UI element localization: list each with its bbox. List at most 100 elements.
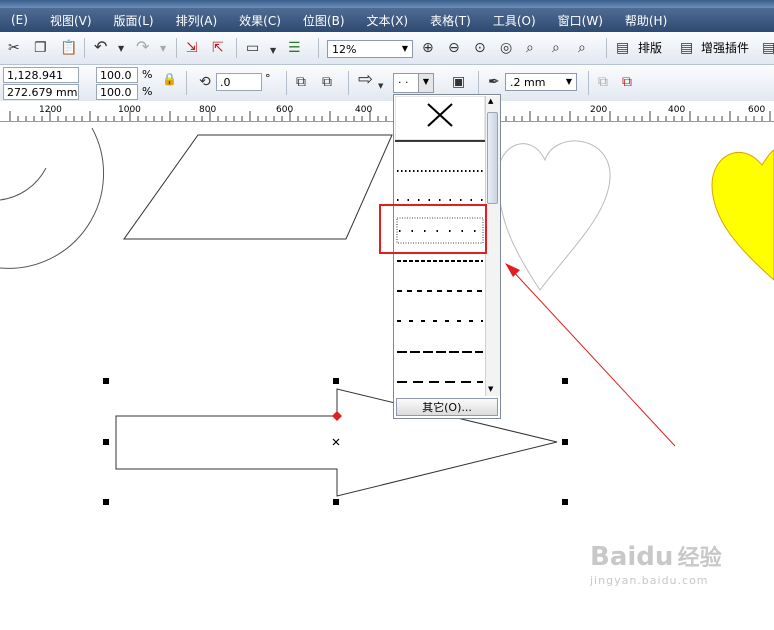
line-style-value: · ·	[398, 76, 409, 89]
ruler-label: 600	[748, 105, 766, 115]
watermark-brand: Baidu	[590, 542, 674, 572]
redo-dropdown-icon[interactable]: ▼	[160, 41, 166, 57]
ruler-label: 800	[199, 105, 217, 115]
other-line-style-button[interactable]: 其它(O)...	[396, 398, 498, 416]
inner-arc-shape[interactable]	[0, 167, 47, 201]
position-x-field[interactable]: 1,128.941 mm	[3, 67, 79, 98]
lock-ratio-icon[interactable]: 🔒	[162, 71, 177, 87]
toolbar-separator	[186, 71, 187, 95]
menu-bitmap[interactable]: 位图(B)	[292, 12, 356, 29]
selection-handle[interactable]	[562, 499, 568, 505]
undo-icon[interactable]: ↶	[94, 39, 107, 55]
ruler-label: 600	[276, 105, 294, 115]
launcher-dropdown-icon[interactable]: ▼	[270, 43, 276, 59]
zoom-level-select[interactable]: 12% ▼	[327, 40, 413, 58]
undo-dropdown-icon[interactable]: ▼	[118, 41, 124, 57]
rotation-field[interactable]: .0	[216, 73, 262, 91]
rotation-value: .0	[220, 76, 231, 89]
paste-icon[interactable]: 📋	[60, 40, 77, 56]
ruler-ticks	[9, 111, 771, 121]
export-icon[interactable]: ⇱	[212, 40, 224, 56]
application-launcher-icon[interactable]: ▭	[246, 40, 259, 56]
zoom-width-icon[interactable]: ⌕	[552, 40, 560, 56]
outline-width-value: .2 mm	[510, 76, 546, 89]
selection-handle[interactable]	[562, 378, 568, 384]
line-style-dropdown[interactable]: ▲ ▼ 其它(O)...	[393, 94, 501, 419]
chevron-down-icon: ▼	[565, 77, 573, 86]
scale-x-value: 100.0	[100, 69, 132, 82]
toolbar-separator	[176, 38, 177, 58]
outline-pen-icon: ✒	[488, 74, 500, 90]
circle-shape[interactable]	[0, 127, 105, 269]
zoom-selected-icon[interactable]: ⊙	[474, 40, 486, 56]
scale-y-unit: %	[142, 85, 153, 98]
node-handle[interactable]	[332, 411, 342, 421]
menu-layout[interactable]: 版面(L)	[103, 12, 165, 29]
zoom-height-icon[interactable]: ⌕	[578, 40, 586, 56]
chevron-down-icon[interactable]: ▼	[418, 74, 433, 92]
ruler-label: 200	[590, 105, 608, 115]
toolbar-separator	[348, 71, 349, 95]
yellow-heart-shape[interactable]	[711, 149, 774, 281]
zoom-level-value: 12%	[332, 43, 357, 56]
plugin-button[interactable]: 增强插件	[701, 40, 749, 56]
menu-window[interactable]: 窗口(W)	[547, 12, 614, 29]
arrow-shape-dropdown-icon[interactable]: ▼	[378, 78, 383, 94]
toolbar-separator	[286, 71, 287, 95]
menu-help[interactable]: 帮助(H)	[614, 12, 678, 29]
to-front-icon[interactable]: ⧉	[598, 74, 608, 90]
toolbar-separator	[588, 71, 589, 95]
center-marker-icon	[332, 438, 340, 446]
more-icon[interactable]: ▤	[762, 40, 774, 56]
menu-view[interactable]: 视图(V)	[39, 12, 103, 29]
menu-tools[interactable]: 工具(O)	[482, 12, 547, 29]
outline-width-select[interactable]: .2 mm ▼	[505, 73, 577, 91]
mirror-horizontal-icon[interactable]: ⧉	[296, 74, 306, 90]
zoom-out-icon[interactable]: ⊖	[448, 40, 460, 56]
line-style-select[interactable]: · · ▼	[393, 73, 434, 93]
copy-icon[interactable]: ❐	[34, 40, 47, 56]
chevron-down-icon: ▼	[401, 44, 409, 53]
menu-effects[interactable]: 效果(C)	[228, 12, 292, 29]
selection-handle[interactable]	[562, 439, 568, 445]
scale-y-field[interactable]: 100.0	[96, 84, 138, 100]
annotation-highlight-box	[379, 204, 487, 254]
scrollbar-thumb[interactable]	[487, 112, 498, 204]
menu-edit[interactable]: (E)	[0, 13, 39, 27]
dropdown-scrollbar[interactable]: ▲ ▼	[485, 96, 500, 396]
ruler-label: 1000	[118, 105, 141, 115]
plugin-icon: ▤	[680, 40, 694, 56]
baidu-watermark: Baidu 经验 jingyan.baidu.com	[590, 540, 722, 587]
horizontal-ruler: 1200 1000 800 600 400 200 400 600	[0, 101, 774, 122]
outline-position-icon[interactable]: ▣	[452, 74, 465, 90]
menu-arrange[interactable]: 排列(A)	[165, 12, 229, 29]
layout-button[interactable]: 排版	[638, 40, 662, 56]
selection-handle[interactable]	[103, 499, 109, 505]
selection-handle[interactable]	[103, 378, 109, 384]
scroll-up-icon[interactable]: ▲	[488, 97, 493, 105]
mirror-vertical-icon[interactable]: ⧉	[322, 74, 332, 90]
zoom-in-icon[interactable]: ⊕	[422, 40, 434, 56]
import-icon[interactable]: ⇲	[186, 40, 198, 56]
arrow-shape-icon[interactable]: ⇨	[358, 71, 373, 89]
toolbar-separator	[318, 38, 319, 58]
welcome-screen-icon[interactable]: ☰	[288, 40, 301, 56]
position-y-field[interactable]: 272.679 mm	[3, 84, 79, 100]
menu-text[interactable]: 文本(X)	[356, 12, 420, 29]
selection-handle[interactable]	[103, 439, 109, 445]
annotation-arrow	[505, 263, 676, 447]
selection-handle[interactable]	[333, 378, 339, 384]
zoom-all-icon[interactable]: ◎	[500, 40, 512, 56]
redo-icon[interactable]: ↷	[136, 39, 149, 55]
selection-handle[interactable]	[333, 499, 339, 505]
cut-icon[interactable]: ✂	[8, 40, 20, 56]
scale-x-field[interactable]: 100.0	[96, 67, 138, 83]
parallelogram-shape[interactable]	[123, 134, 393, 240]
toolbar-separator	[478, 71, 479, 95]
scroll-down-icon[interactable]: ▼	[488, 385, 493, 393]
menu-table[interactable]: 表格(T)	[419, 12, 482, 29]
zoom-page-icon[interactable]: ⌕	[526, 40, 534, 56]
to-back-icon[interactable]: ⧉	[622, 74, 632, 90]
standard-toolbar: ✂ ❐ 📋 ↶ ▼ ↷ ▼ ⇲ ⇱ ▭ ▼ ☰ 12% ▼ ⊕ ⊖ ⊙ ◎ ⌕ …	[0, 32, 774, 65]
line-style-none-option[interactable]	[395, 96, 485, 141]
